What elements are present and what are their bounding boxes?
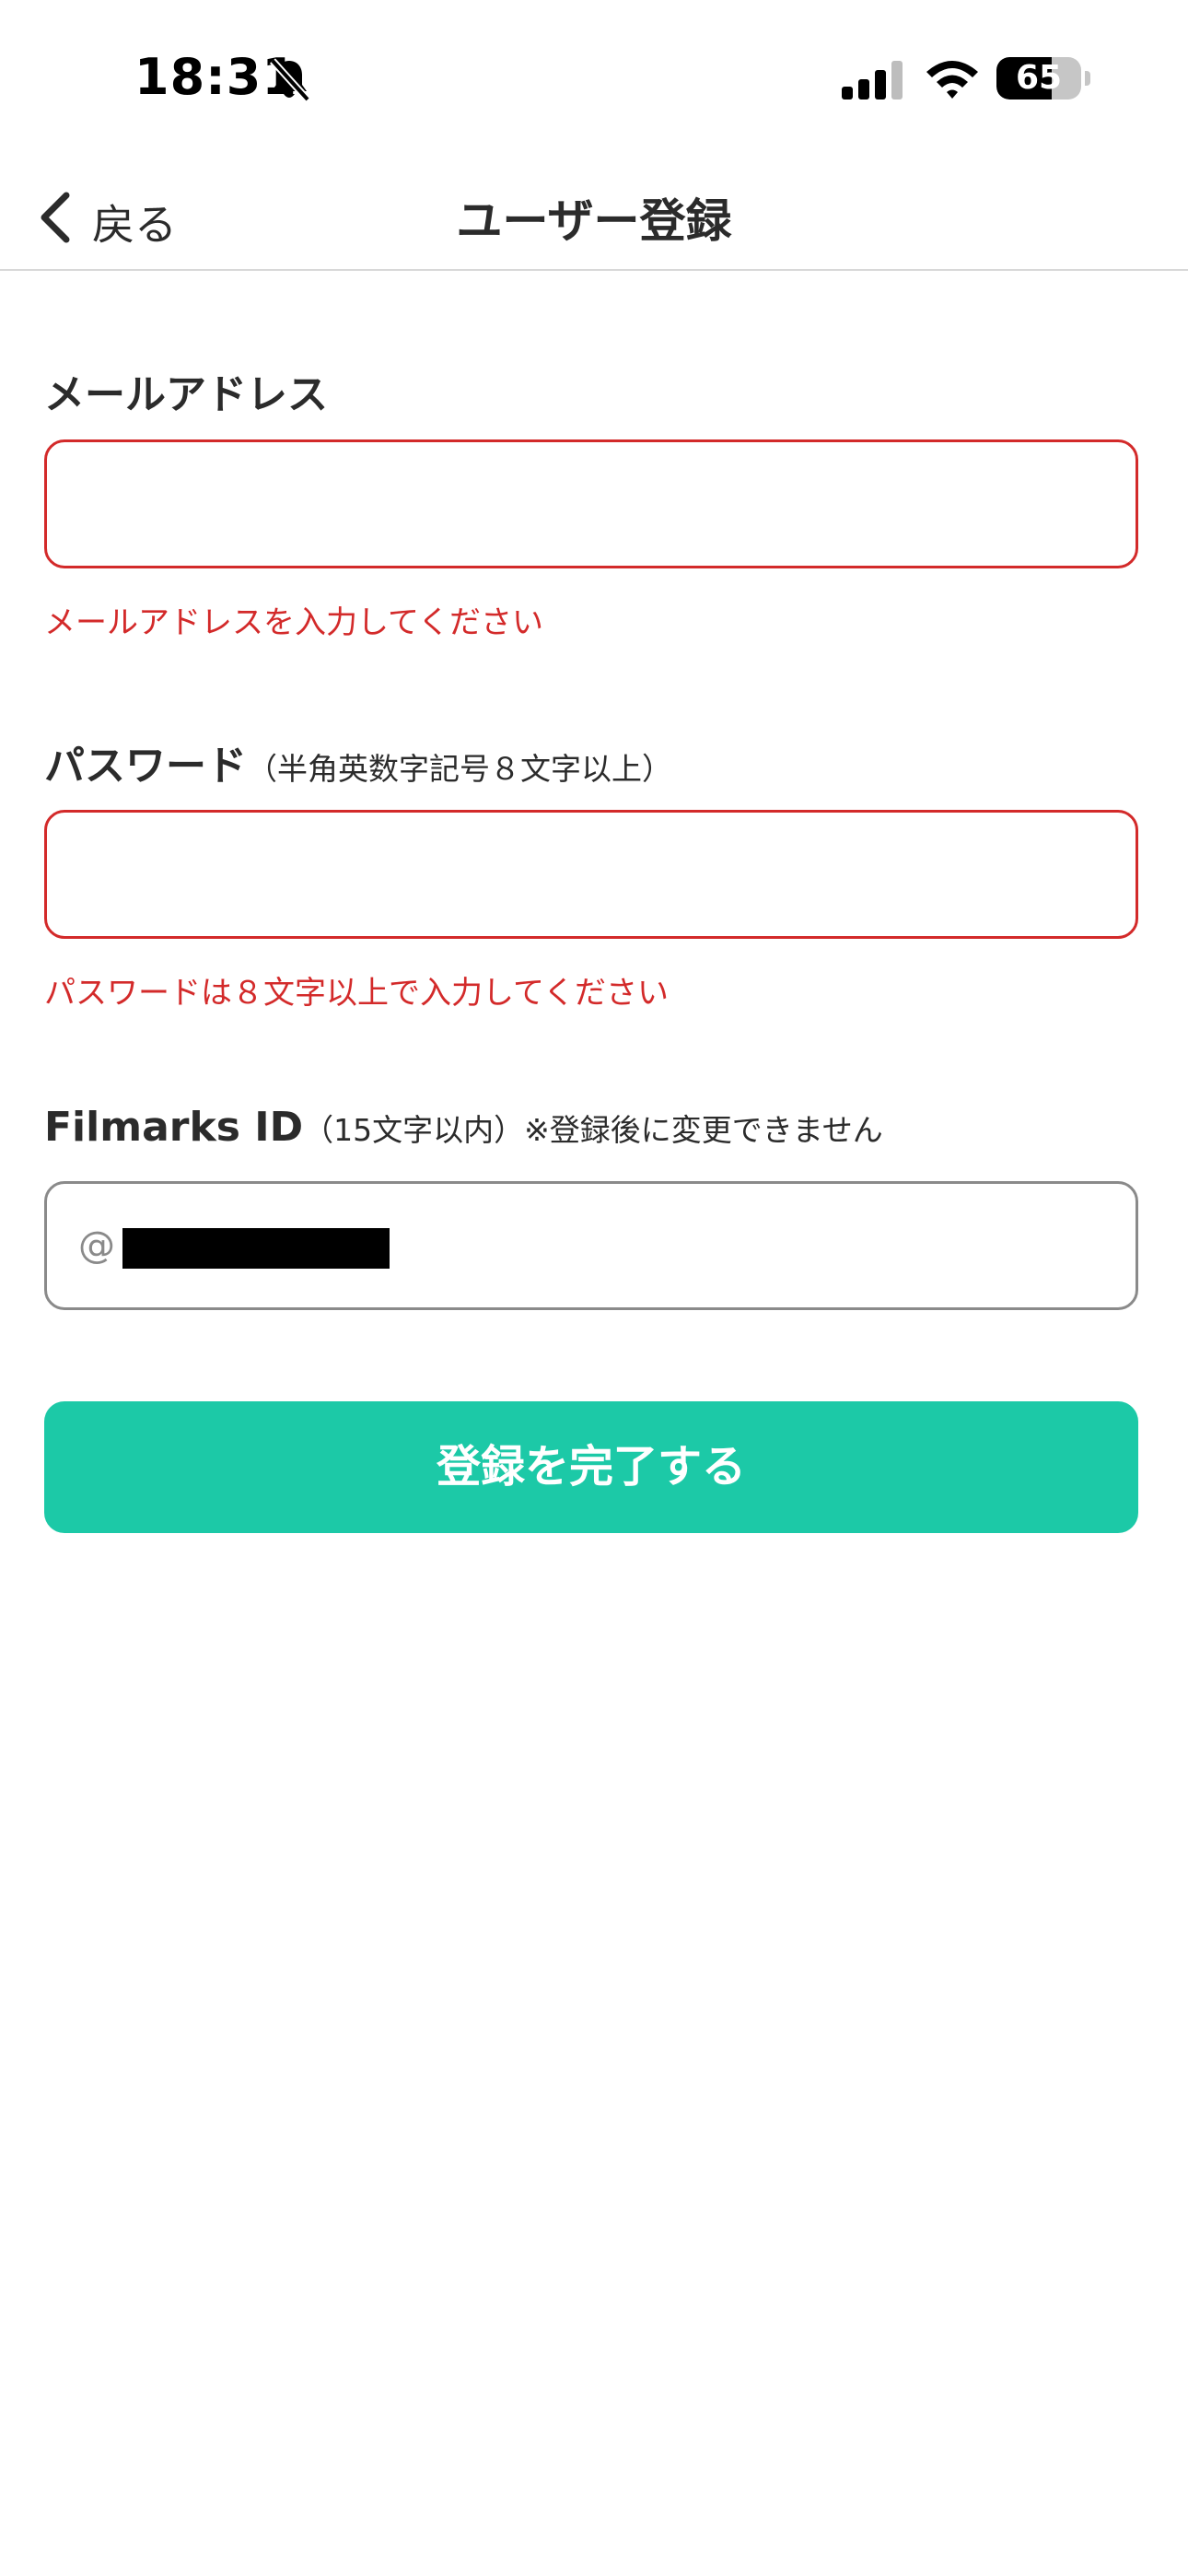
password-error-message: パスワードは８文字以上で入力してください [44, 975, 669, 1012]
redacted-value [122, 1228, 390, 1269]
wifi-icon [926, 61, 978, 99]
password-requirement-note: （半角英数字記号８文字以上） [247, 751, 672, 787]
battery-icon: 65 [996, 57, 1081, 100]
password-label-text: パスワード [44, 743, 247, 790]
battery-cap [1085, 71, 1090, 86]
at-prefix: @ [78, 1224, 115, 1267]
email-label: メールアドレス [44, 361, 328, 420]
battery-level: 65 [1015, 59, 1063, 97]
password-field[interactable] [44, 810, 1138, 939]
bell-slash-icon [270, 58, 310, 102]
filmarks-id-field[interactable]: @ [44, 1181, 1138, 1310]
filmarks-id-note: （15文字以内）※登録後に変更できません [303, 1112, 883, 1148]
email-error-message: メールアドレスを入力してください [44, 604, 543, 641]
page-title: ユーザー登録 [456, 194, 732, 248]
nav-bar: 戻る ユーザー登録 [0, 157, 1188, 271]
password-label: パスワード（半角英数字記号８文字以上） [44, 732, 672, 791]
filmarks-id-label: Filmarks ID（15文字以内）※登録後に変更できません [44, 1104, 883, 1151]
status-bar: 18:31 65 [0, 0, 1188, 157]
filmarks-id-label-text: Filmarks ID [44, 1104, 304, 1151]
complete-registration-button[interactable]: 登録を完了する [44, 1401, 1138, 1533]
email-field[interactable] [44, 439, 1138, 568]
cellular-signal-icon [842, 61, 903, 100]
email-label-text: メールアドレス [44, 371, 328, 418]
